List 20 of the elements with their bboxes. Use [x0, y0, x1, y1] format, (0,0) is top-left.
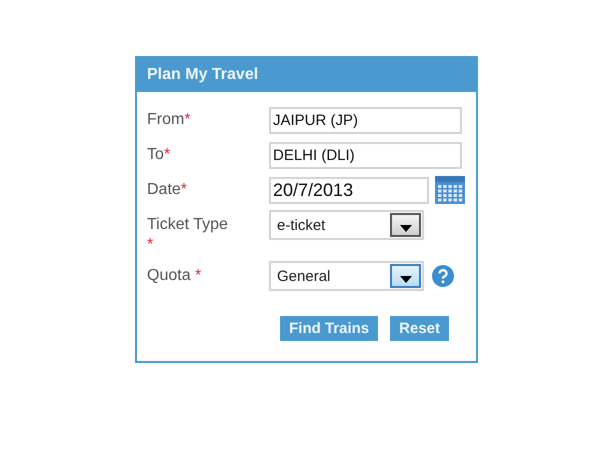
help-icon[interactable] [432, 265, 454, 287]
date-field[interactable]: 20/7/2013 [269, 176, 429, 204]
required-mark: * [147, 236, 154, 253]
required-mark: * [194, 267, 202, 284]
input-field[interactable]: DELHI (DLI) [269, 142, 462, 168]
required-mark: * [180, 181, 188, 198]
field-label: Quota [147, 267, 191, 284]
field-label: Ticket Type [147, 216, 228, 233]
required-mark: * [164, 146, 170, 163]
dropdown[interactable]: e-ticket [269, 210, 424, 240]
dropdown[interactable]: General [269, 261, 424, 291]
input-field[interactable]: JAIPUR (JP) [269, 106, 462, 134]
field-label: From [147, 111, 184, 128]
required-mark: * [184, 111, 191, 128]
field-label: To [147, 146, 164, 163]
field-label: Date [147, 181, 181, 198]
caret-icon [400, 276, 412, 283]
panel-title: Plan My Travel [137, 58, 476, 92]
caret-icon [400, 225, 412, 232]
calendar-icon[interactable] [435, 176, 465, 204]
